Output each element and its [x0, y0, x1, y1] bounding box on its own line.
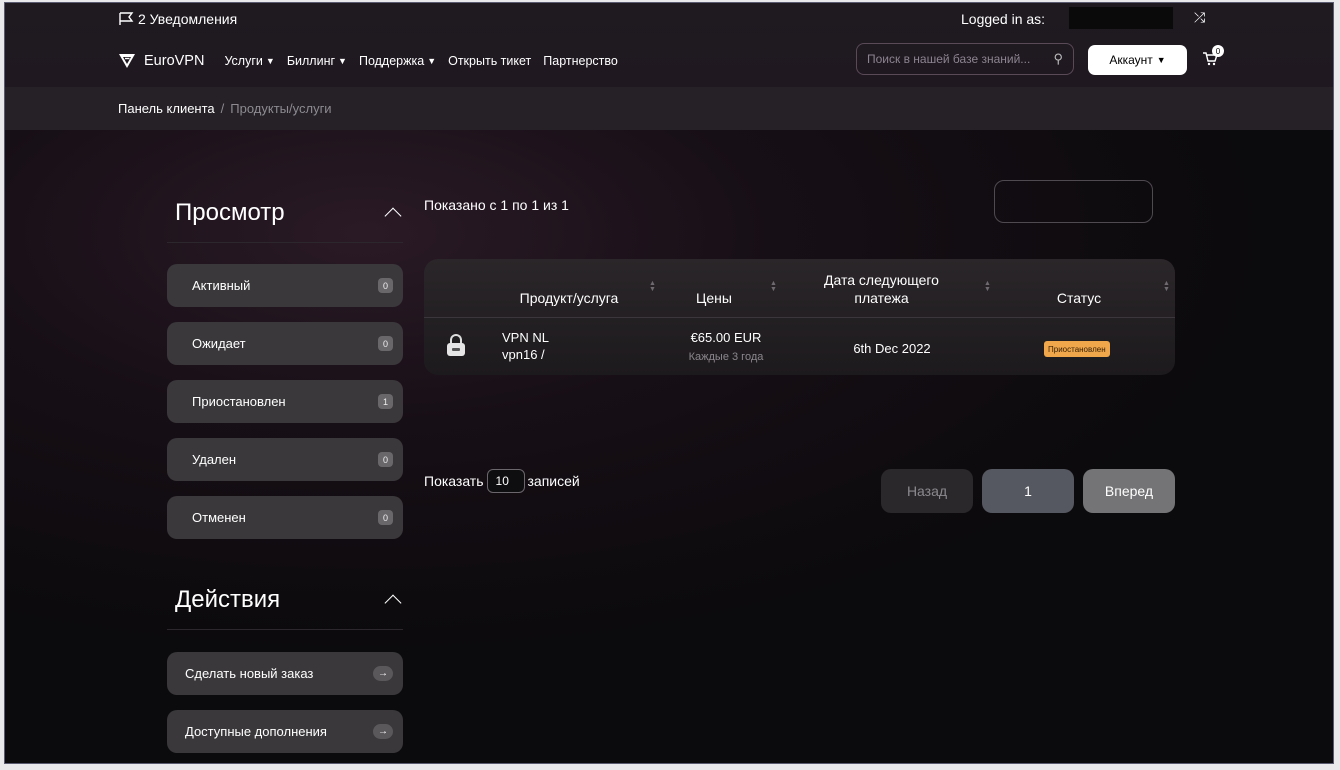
filter-count-badge: 0 [378, 278, 393, 293]
filter-count-badge: 1 [378, 394, 393, 409]
column-product[interactable]: Продукт/услуга [509, 290, 629, 306]
view-panel-header[interactable]: Просмотр [167, 183, 403, 243]
status-badge: Приостановлен [1044, 341, 1110, 357]
arrow-right-icon: → [373, 666, 393, 681]
filter-pending[interactable]: Ожидает 0 [167, 322, 403, 365]
filter-count-badge: 0 [378, 336, 393, 351]
view-panel-title: Просмотр [175, 198, 285, 226]
filter-label: Отменен [192, 510, 246, 525]
actions-panel-header[interactable]: Действия [167, 570, 403, 630]
row-product-name: VPN NL [502, 330, 549, 345]
chevron-down-icon: ▼ [338, 56, 347, 66]
chevron-down-icon: ▼ [427, 56, 437, 66]
addons-button[interactable]: Доступные дополнения → [167, 710, 403, 753]
row-service-domain: vpn16 / [502, 347, 545, 362]
logged-in-label: Logged in as: [961, 11, 1046, 27]
services-table: Продукт/услуга ▲ ▼ Цены ▲ ▼ Дата следующег… [424, 259, 1175, 375]
nav-services-label: Услуги [224, 54, 263, 68]
flag-icon [119, 12, 134, 25]
breadcrumb: Панель клиента / Продукты/услуги [5, 87, 1333, 130]
nav-billing-label: Биллинг [286, 54, 336, 68]
shuffle-icon[interactable]: ⤮ [1194, 9, 1205, 26]
top-header: 2 Уведомления Logged in as: ⤮ EuroVPN Ус… [5, 3, 1333, 89]
page-1-button[interactable]: 1 [982, 469, 1074, 513]
new-order-button[interactable]: Сделать новый заказ → [167, 652, 403, 695]
column-status[interactable]: Статус [1044, 290, 1114, 306]
search-placeholder: Поиск в нашей базе знаний... [867, 52, 1031, 66]
logged-in-user-redacted [1069, 7, 1173, 29]
sort-icon[interactable]: ▲ ▼ [1163, 280, 1170, 293]
row-price: €65.00 EUR [690, 330, 762, 345]
sort-icon[interactable]: ▲ ▼ [770, 280, 777, 293]
action-label: Доступные дополнения [185, 724, 327, 739]
filter-label: Активный [192, 278, 251, 293]
column-price[interactable]: Цены [684, 290, 744, 306]
chevron-up-icon[interactable] [384, 594, 402, 611]
chevron-up-icon[interactable] [384, 207, 402, 224]
breadcrumb-separator: / [220, 101, 225, 116]
filter-label: Ожидает [192, 336, 246, 351]
filter-deleted[interactable]: Удален 0 [167, 438, 403, 481]
chevron-down-icon: ▼ [265, 56, 275, 66]
previous-page-button[interactable]: Назад [881, 469, 973, 513]
sort-icon[interactable]: ▲ ▼ [984, 280, 991, 293]
nav-billing[interactable]: Биллинг ▼ [287, 54, 347, 68]
search-icon[interactable]: ⚲ [1053, 51, 1063, 67]
filter-cancelled[interactable]: Отменен 0 [167, 496, 403, 539]
nav-open-ticket[interactable]: Открыть тикет [448, 54, 531, 68]
page-size-select[interactable]: 10 [486, 469, 525, 493]
nav-support[interactable]: Поддержка ▼ [359, 54, 436, 68]
row-billing-cycle: Каждые 3 года [688, 351, 764, 363]
row-next-date: 6th Dec 2022 [853, 341, 931, 356]
page-size-suffix: записей [527, 473, 580, 489]
filter-suspended[interactable]: Приостановлен 1 [167, 380, 403, 423]
main-nav: EuroVPN Услуги ▼ Биллинг ▼ Поддержка ▼ Откр… [118, 53, 630, 69]
nav-partnership-label: Партнерство [543, 54, 618, 68]
breadcrumb-home[interactable]: Панель клиента [118, 101, 215, 116]
nav-open-ticket-label: Открыть тикет [448, 54, 532, 68]
account-button[interactable]: Аккаунт ▼ [1088, 45, 1187, 75]
sort-icon[interactable]: ▲ ▼ [649, 280, 656, 293]
action-label: Сделать новый заказ [185, 666, 314, 681]
next-page-button[interactable]: Вперед [1083, 469, 1175, 513]
showing-info: Показано с 1 по 1 из 1 [424, 197, 569, 213]
knowledge-search-input[interactable]: Поиск в нашей базе знаний... ⚲ [856, 43, 1074, 75]
nav-partnership[interactable]: Партнерство [543, 54, 618, 68]
table-search-input[interactable] [994, 180, 1153, 223]
page-size-prefix: Показать [424, 473, 484, 489]
notifications-label: 2 Уведомления [138, 11, 238, 27]
table-header: Продукт/услуга ▲ ▼ Цены ▲ ▼ Дата следующег… [424, 259, 1175, 318]
actions-panel: Действия Сделать новый заказ → Доступные… [167, 570, 403, 753]
filter-label: Приостановлен [192, 394, 286, 409]
view-panel: Просмотр Активный 0 Ожидает 0 Приостанов… [167, 183, 403, 539]
nav-support-label: Поддержка [358, 54, 425, 68]
brand-name: EuroVPN [144, 53, 205, 69]
cart-count-badge: 0 [1212, 45, 1224, 57]
filter-label: Удален [192, 452, 237, 467]
actions-panel-title: Действия [175, 585, 281, 613]
filter-count-badge: 0 [378, 452, 393, 467]
page-size-control: Показать 10 записей [424, 469, 580, 493]
column-next-payment[interactable]: Дата следующего платежа [814, 271, 949, 307]
account-label: Аккаунт [1109, 53, 1153, 67]
brand-logo[interactable]: EuroVPN [118, 53, 204, 69]
nav-services[interactable]: Услуги ▼ [224, 54, 274, 68]
breadcrumb-current: Продукты/услуги [230, 101, 332, 116]
filter-active[interactable]: Активный 0 [167, 264, 403, 307]
eurovpn-logo-icon [119, 54, 135, 68]
lock-icon [447, 334, 465, 356]
filter-count-badge: 0 [378, 510, 393, 525]
arrow-right-icon: → [373, 724, 393, 739]
notifications-link[interactable]: 2 Уведомления [118, 11, 237, 27]
browser-viewport: 2 Уведомления Logged in as: ⤮ EuroVPN Ус… [4, 2, 1334, 764]
chevron-down-icon: ▼ [1156, 55, 1166, 65]
